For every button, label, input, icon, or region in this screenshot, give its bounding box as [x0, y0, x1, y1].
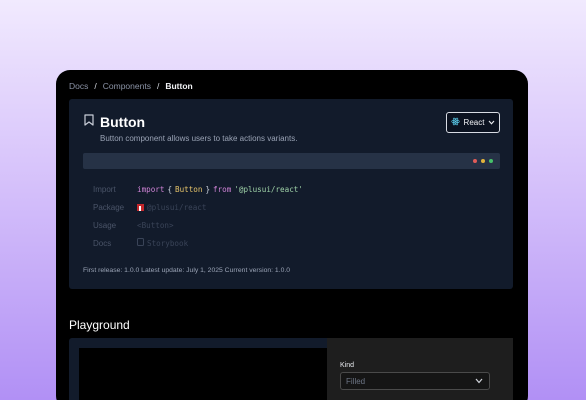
meta-row-import: Import import { Button } from '@plusui/r… [93, 180, 303, 198]
chevron-down-icon [488, 118, 495, 127]
meta-row-package: Package @plusui/react [93, 198, 303, 216]
breadcrumb-separator: / [156, 81, 160, 91]
title-row: Button [84, 113, 145, 131]
component-header-card: Button Button component allows users to … [69, 99, 513, 289]
docs-link[interactable]: Storybook [137, 238, 188, 248]
bookmark-icon[interactable] [84, 113, 94, 131]
breadcrumb-separator: / [94, 81, 97, 91]
playground-preview [79, 348, 327, 400]
window-dot-green [489, 159, 493, 163]
kind-select-value: Filled [346, 376, 366, 386]
page-title: Button [100, 114, 146, 130]
code-brace: { [167, 184, 173, 194]
framework-select-value: React [463, 118, 485, 127]
page-subtitle: Button component allows users to take ac… [100, 134, 298, 143]
usage-value: <Button> [137, 220, 174, 230]
window-dots [473, 159, 493, 163]
import-label: Import [93, 184, 116, 194]
code-window-bar [83, 153, 500, 169]
package-label: Package [93, 202, 125, 212]
framework-select[interactable]: React [446, 112, 500, 133]
window-dot-yellow [481, 159, 485, 163]
kind-select[interactable]: Filled [340, 372, 490, 390]
import-code[interactable]: import { Button } from '@plusui/react' [137, 185, 303, 194]
npm-icon [137, 203, 144, 211]
playground-panel: Kind Filled [69, 338, 513, 400]
kind-label: Kind [340, 362, 355, 369]
release-info: First release: 1.0.0 Latest update: July… [83, 267, 291, 274]
docs-value: Storybook [147, 238, 189, 248]
code-keyword: from [213, 184, 232, 194]
meta-row-usage: Usage <Button> [93, 216, 303, 234]
component-meta: Import import { Button } from '@plusui/r… [93, 180, 303, 252]
storybook-icon [137, 238, 144, 248]
code-identifier: Button [175, 184, 203, 194]
breadcrumb-current: Button [165, 81, 193, 91]
docs-label: Docs [93, 238, 112, 248]
playground-title: Playground [69, 318, 130, 332]
code-keyword: import [137, 184, 165, 194]
usage-label: Usage [93, 220, 117, 230]
code-string: '@plusui/react' [234, 184, 303, 194]
code-brace: } [205, 184, 211, 194]
playground-props: Kind Filled [327, 338, 513, 400]
window-dot-red [473, 159, 477, 163]
docs-window: Docs / Components / Button Button Button… [56, 70, 528, 400]
package-value: @plusui/react [147, 202, 207, 212]
package-link[interactable]: @plusui/react [137, 203, 206, 212]
breadcrumb: Docs / Components / Button [69, 80, 193, 92]
meta-row-docs: Docs Storybook [93, 234, 303, 252]
breadcrumb-components[interactable]: Components [103, 81, 151, 91]
chevron-down-icon [475, 377, 483, 386]
react-icon [450, 117, 460, 128]
breadcrumb-docs[interactable]: Docs [69, 81, 88, 91]
